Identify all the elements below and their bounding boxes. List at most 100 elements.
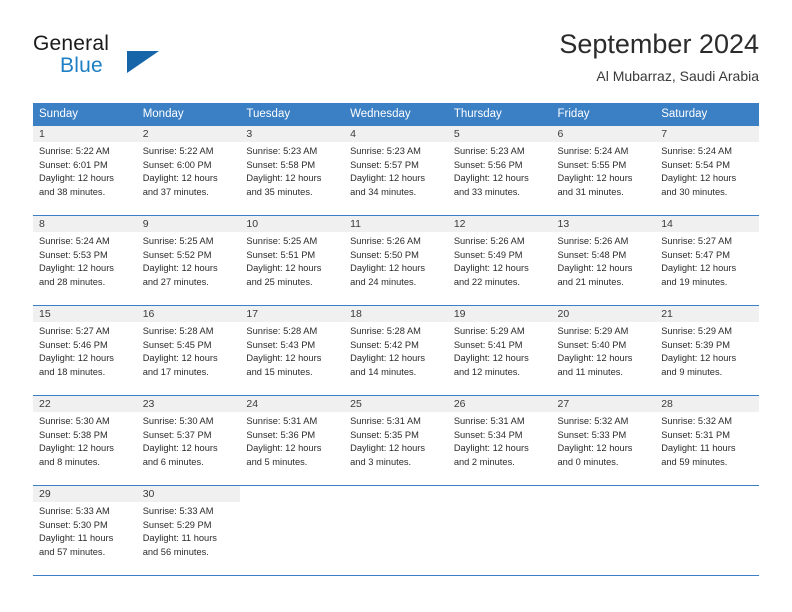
day-cell[interactable]: 9 Sunrise: 5:25 AM Sunset: 5:52 PM Dayli…	[136, 216, 241, 305]
sunrise-text: Sunrise: 5:28 AM	[142, 326, 214, 336]
daylight-text-line1: Daylight: 12 hours	[246, 173, 322, 184]
daylight-text-line1: Daylight: 12 hours	[350, 353, 426, 364]
day-cell[interactable]: 19 Sunrise: 5:29 AM Sunset: 5:41 PM Dayl…	[447, 306, 552, 395]
day-number: 16	[136, 306, 241, 322]
day-cell[interactable]: 29 Sunrise: 5:33 AM Sunset: 5:30 PM Dayl…	[33, 486, 137, 575]
daylight-text-line1: Daylight: 12 hours	[142, 353, 218, 364]
day-details: Sunrise: 5:26 AM Sunset: 5:50 PM Dayligh…	[344, 232, 448, 289]
day-cell[interactable]: 13 Sunrise: 5:26 AM Sunset: 5:48 PM Dayl…	[551, 216, 656, 305]
day-cell[interactable]: 6 Sunrise: 5:24 AM Sunset: 5:55 PM Dayli…	[551, 126, 656, 215]
daylight-text-line2: and 56 minutes.	[142, 546, 209, 557]
day-cell[interactable]: 3 Sunrise: 5:23 AM Sunset: 5:58 PM Dayli…	[240, 126, 345, 215]
daylight-text-line1: Daylight: 12 hours	[453, 263, 529, 274]
daylight-text-line2: and 35 minutes.	[246, 186, 313, 197]
day-cell[interactable]: 18 Sunrise: 5:28 AM Sunset: 5:42 PM Dayl…	[344, 306, 448, 395]
day-details: Sunrise: 5:28 AM Sunset: 5:43 PM Dayligh…	[240, 322, 344, 379]
day-details: Sunrise: 5:22 AM Sunset: 6:00 PM Dayligh…	[137, 142, 241, 199]
daylight-text-line1: Daylight: 12 hours	[557, 263, 633, 274]
day-cell[interactable]: 26 Sunrise: 5:31 AM Sunset: 5:34 PM Dayl…	[447, 396, 552, 485]
sunset-text: Sunset: 5:36 PM	[246, 429, 316, 440]
day-cell[interactable]: 8 Sunrise: 5:24 AM Sunset: 5:53 PM Dayli…	[33, 216, 137, 305]
daylight-text-line2: and 6 minutes.	[142, 456, 204, 467]
day-cell[interactable]: 11 Sunrise: 5:26 AM Sunset: 5:50 PM Dayl…	[344, 216, 448, 305]
day-number: 3	[240, 126, 345, 142]
sunrise-text: Sunrise: 5:28 AM	[350, 326, 421, 336]
day-details: Sunrise: 5:31 AM Sunset: 5:36 PM Dayligh…	[240, 412, 344, 469]
daylight-text-line1: Daylight: 12 hours	[246, 443, 322, 454]
day-number	[344, 486, 448, 502]
daylight-text-line2: and 2 minutes.	[453, 456, 515, 467]
triangle-logo-icon	[127, 51, 159, 73]
day-cell[interactable]: 25 Sunrise: 5:31 AM Sunset: 5:35 PM Dayl…	[344, 396, 448, 485]
daylight-text-line1: Daylight: 12 hours	[142, 443, 218, 454]
day-number: 22	[33, 396, 137, 412]
daylight-text-line2: and 8 minutes.	[39, 456, 100, 467]
day-number: 30	[136, 486, 241, 502]
day-cell[interactable]: 28 Sunrise: 5:32 AM Sunset: 5:31 PM Dayl…	[655, 396, 759, 485]
sunrise-text: Sunrise: 5:33 AM	[142, 506, 214, 516]
daylight-text-line2: and 5 minutes.	[246, 456, 308, 467]
sunset-text: Sunset: 5:47 PM	[661, 249, 730, 260]
day-details: Sunrise: 5:25 AM Sunset: 5:51 PM Dayligh…	[240, 232, 344, 289]
sunset-text: Sunset: 5:54 PM	[661, 159, 730, 170]
weekday-header-friday: Friday	[557, 108, 590, 120]
day-cell[interactable]: 27 Sunrise: 5:32 AM Sunset: 5:33 PM Dayl…	[551, 396, 656, 485]
day-cell[interactable]: 10 Sunrise: 5:25 AM Sunset: 5:51 PM Dayl…	[240, 216, 345, 305]
day-cell[interactable]: 2 Sunrise: 5:22 AM Sunset: 6:00 PM Dayli…	[136, 126, 241, 215]
daylight-text-line2: and 18 minutes.	[39, 366, 106, 377]
daylight-text-line1: Daylight: 12 hours	[350, 263, 426, 274]
day-cell[interactable]: 15 Sunrise: 5:27 AM Sunset: 5:46 PM Dayl…	[33, 306, 137, 395]
day-number: 11	[344, 216, 448, 232]
daylight-text-line2: and 28 minutes.	[39, 276, 106, 287]
day-number: 9	[136, 216, 241, 232]
daylight-text-line2: and 33 minutes.	[453, 186, 520, 197]
day-cell-empty	[344, 486, 448, 575]
day-cell[interactable]: 17 Sunrise: 5:28 AM Sunset: 5:43 PM Dayl…	[240, 306, 345, 395]
day-number: 17	[240, 306, 345, 322]
day-cell[interactable]: 30 Sunrise: 5:33 AM Sunset: 5:29 PM Dayl…	[136, 486, 241, 575]
sunset-text: Sunset: 5:46 PM	[39, 339, 108, 350]
daylight-text-line2: and 59 minutes.	[661, 456, 728, 467]
day-cell[interactable]: 1 Sunrise: 5:22 AM Sunset: 6:01 PM Dayli…	[33, 126, 137, 215]
day-cell[interactable]: 5 Sunrise: 5:23 AM Sunset: 5:56 PM Dayli…	[447, 126, 552, 215]
sunrise-text: Sunrise: 5:24 AM	[661, 146, 733, 156]
day-details: Sunrise: 5:23 AM Sunset: 5:58 PM Dayligh…	[240, 142, 344, 199]
day-cell[interactable]: 16 Sunrise: 5:28 AM Sunset: 5:45 PM Dayl…	[136, 306, 241, 395]
day-number: 19	[447, 306, 552, 322]
day-number: 15	[33, 306, 137, 322]
day-details: Sunrise: 5:23 AM Sunset: 5:57 PM Dayligh…	[344, 142, 448, 199]
daylight-text-line1: Daylight: 12 hours	[39, 263, 114, 274]
sunset-text: Sunset: 5:53 PM	[39, 249, 108, 260]
daylight-text-line2: and 14 minutes.	[350, 366, 417, 377]
calendar-grid: Sunday Monday Tuesday Wednesday Thursday…	[33, 103, 759, 576]
day-cell[interactable]: 23 Sunrise: 5:30 AM Sunset: 5:37 PM Dayl…	[136, 396, 241, 485]
day-cell[interactable]: 7 Sunrise: 5:24 AM Sunset: 5:54 PM Dayli…	[655, 126, 759, 215]
day-cell[interactable]: 21 Sunrise: 5:29 AM Sunset: 5:39 PM Dayl…	[655, 306, 759, 395]
day-cell[interactable]: 22 Sunrise: 5:30 AM Sunset: 5:38 PM Dayl…	[33, 396, 137, 485]
day-cell[interactable]: 4 Sunrise: 5:23 AM Sunset: 5:57 PM Dayli…	[344, 126, 448, 215]
daylight-text-line2: and 38 minutes.	[39, 186, 106, 197]
sunset-text: Sunset: 5:58 PM	[246, 159, 316, 170]
brand-logo[interactable]: General Blue	[33, 32, 233, 82]
sunset-text: Sunset: 5:56 PM	[453, 159, 523, 170]
day-details: Sunrise: 5:30 AM Sunset: 5:38 PM Dayligh…	[33, 412, 137, 469]
weekday-header-tuesday: Tuesday	[246, 108, 291, 120]
day-details: Sunrise: 5:29 AM Sunset: 5:41 PM Dayligh…	[448, 322, 552, 379]
sunrise-text: Sunrise: 5:30 AM	[142, 416, 214, 426]
day-cell[interactable]: 14 Sunrise: 5:27 AM Sunset: 5:47 PM Dayl…	[655, 216, 759, 305]
daylight-text-line2: and 9 minutes.	[661, 366, 723, 377]
day-cell[interactable]: 12 Sunrise: 5:26 AM Sunset: 5:49 PM Dayl…	[447, 216, 552, 305]
daylight-text-line2: and 30 minutes.	[661, 186, 728, 197]
day-details: Sunrise: 5:29 AM Sunset: 5:39 PM Dayligh…	[655, 322, 759, 379]
sunrise-text: Sunrise: 5:27 AM	[39, 326, 110, 336]
sunrise-text: Sunrise: 5:30 AM	[39, 416, 110, 426]
sunrise-text: Sunrise: 5:31 AM	[246, 416, 318, 426]
day-number	[447, 486, 552, 502]
sunset-text: Sunset: 5:37 PM	[142, 429, 212, 440]
day-cell[interactable]: 20 Sunrise: 5:29 AM Sunset: 5:40 PM Dayl…	[551, 306, 656, 395]
weekday-header-sunday: Sunday	[39, 108, 79, 120]
daylight-text-line2: and 15 minutes.	[246, 366, 313, 377]
day-cell[interactable]: 24 Sunrise: 5:31 AM Sunset: 5:36 PM Dayl…	[240, 396, 345, 485]
day-details: Sunrise: 5:24 AM Sunset: 5:53 PM Dayligh…	[33, 232, 137, 289]
daylight-text-line1: Daylight: 12 hours	[453, 443, 529, 454]
